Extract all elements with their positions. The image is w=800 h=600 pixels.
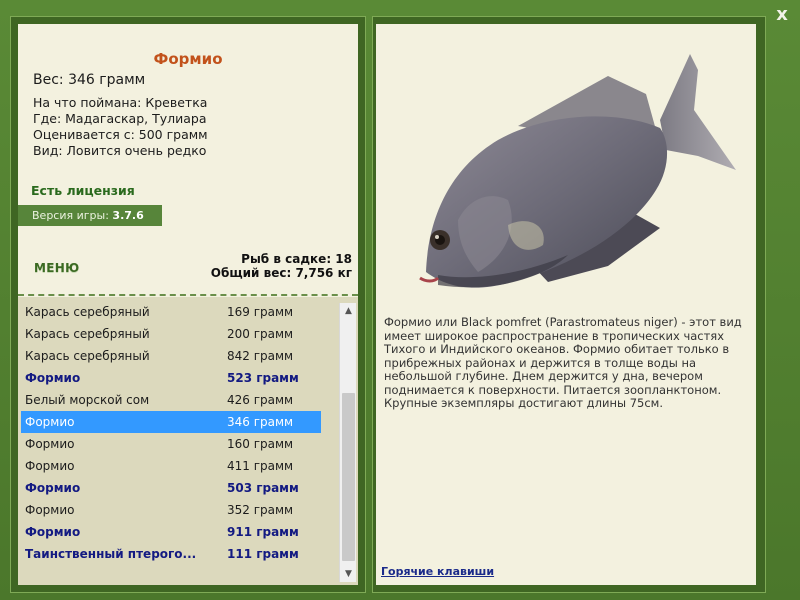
catch-list-item[interactable]: Карась серебряный 842 грамм (21, 345, 321, 367)
catch-list-item[interactable]: Формио 352 грамм (21, 499, 321, 521)
catch-item-weight: 523 грамм (227, 371, 299, 385)
catch-item-weight: 352 грамм (227, 503, 294, 517)
valued-from: Оценивается с: 500 грамм (33, 127, 208, 142)
divider (18, 294, 358, 296)
catch-list-item[interactable]: Карась серебряный 200 грамм (21, 323, 321, 345)
catch-item-weight: 160 грамм (227, 437, 294, 451)
catch-list-item[interactable]: Формио 911 грамм (21, 521, 321, 543)
catch-list-item[interactable]: Белый морской сом 426 грамм (21, 389, 321, 411)
catch-item-name: Формио (25, 459, 75, 473)
version-label: Версия игры: (32, 209, 109, 222)
catch-item-weight: 411 грамм (227, 459, 294, 473)
cage-stats: Рыб в садке: 18 Общий вес: 7,756 кг (211, 252, 352, 280)
catch-item-name: Карась серебряный (25, 327, 150, 341)
close-button[interactable]: x (770, 4, 794, 26)
catch-item-name: Формио (25, 525, 81, 539)
version-value: 3.7.6 (112, 209, 144, 222)
catch-list-item[interactable]: Карась серебряный 169 грамм (21, 301, 321, 323)
catch-list-item[interactable]: Формио 411 грамм (21, 455, 321, 477)
catch-item-name: Белый морской сом (25, 393, 150, 407)
scroll-thumb[interactable] (342, 393, 355, 561)
catch-list-item[interactable]: Формио 346 грамм (21, 411, 321, 433)
fish-description: Формио или Black pomfret (Parastromateus… (384, 315, 742, 410)
fish-description-panel: Формио или Black pomfret (Parastromateus… (376, 24, 756, 585)
catch-item-weight: 111 грамм (227, 547, 299, 561)
fish-image (419, 54, 736, 288)
fish-weight: Вес: 346 грамм (33, 72, 146, 88)
catch-list[interactable]: Карась серебряный 169 грамм Карась серебря… (18, 297, 358, 585)
catch-item-name: Формио (25, 371, 81, 385)
catch-list-scrollbar[interactable]: ▲ ▼ (339, 303, 356, 582)
version-bar: Версия игры: 3.7.6 (18, 205, 162, 226)
catch-list-item[interactable]: Формио 160 грамм (21, 433, 321, 455)
catch-list-item[interactable]: Формио 503 грамм (21, 477, 321, 499)
rarity: Вид: Ловится очень редко (33, 143, 207, 158)
catch-item-weight: 200 грамм (227, 327, 294, 341)
fish-details: На что поймана: Креветка Где: Мадагаскар… (33, 95, 208, 159)
catch-item-weight: 426 грамм (227, 393, 294, 407)
catch-item-name: Таинственный птерого... (25, 547, 197, 561)
cage-total-weight: Общий вес: 7,756 кг (210, 266, 352, 280)
scroll-up-arrow-icon[interactable]: ▲ (340, 303, 357, 319)
catch-item-name: Формио (25, 437, 75, 451)
catch-item-weight: 842 грамм (227, 349, 294, 363)
caught-where: Где: Мадагаскар, Тулиара (33, 111, 207, 126)
catch-item-weight: 346 грамм (227, 415, 294, 429)
catch-item-name: Формио (25, 481, 81, 495)
catch-item-weight: 503 грамм (227, 481, 299, 495)
fish-title: Формио (153, 50, 223, 68)
catch-item-name: Карась серебряный (25, 305, 150, 319)
scroll-down-arrow-icon[interactable]: ▼ (340, 566, 357, 582)
catch-item-name: Формио (25, 415, 75, 429)
catch-item-name: Карась серебряный (25, 349, 150, 363)
caught-with: На что поймана: Креветка (33, 95, 208, 110)
cage-count: Рыб в садке: 18 (241, 252, 352, 266)
hotkeys-link[interactable]: Горячие клавиши (381, 565, 494, 578)
catch-list-rows: Карась серебряный 169 грамм Карась серебря… (21, 301, 321, 565)
catch-item-name: Формио (25, 503, 75, 517)
catch-item-weight: 169 грамм (227, 305, 294, 319)
catch-list-item[interactable]: Формио 523 грамм (21, 367, 321, 389)
menu-button[interactable]: МЕНЮ (34, 261, 79, 275)
license-status: Есть лицензия (31, 183, 135, 198)
catch-list-item[interactable]: Таинственный птерого... 111 грамм (21, 543, 321, 565)
catch-item-weight: 911 грамм (227, 525, 299, 539)
